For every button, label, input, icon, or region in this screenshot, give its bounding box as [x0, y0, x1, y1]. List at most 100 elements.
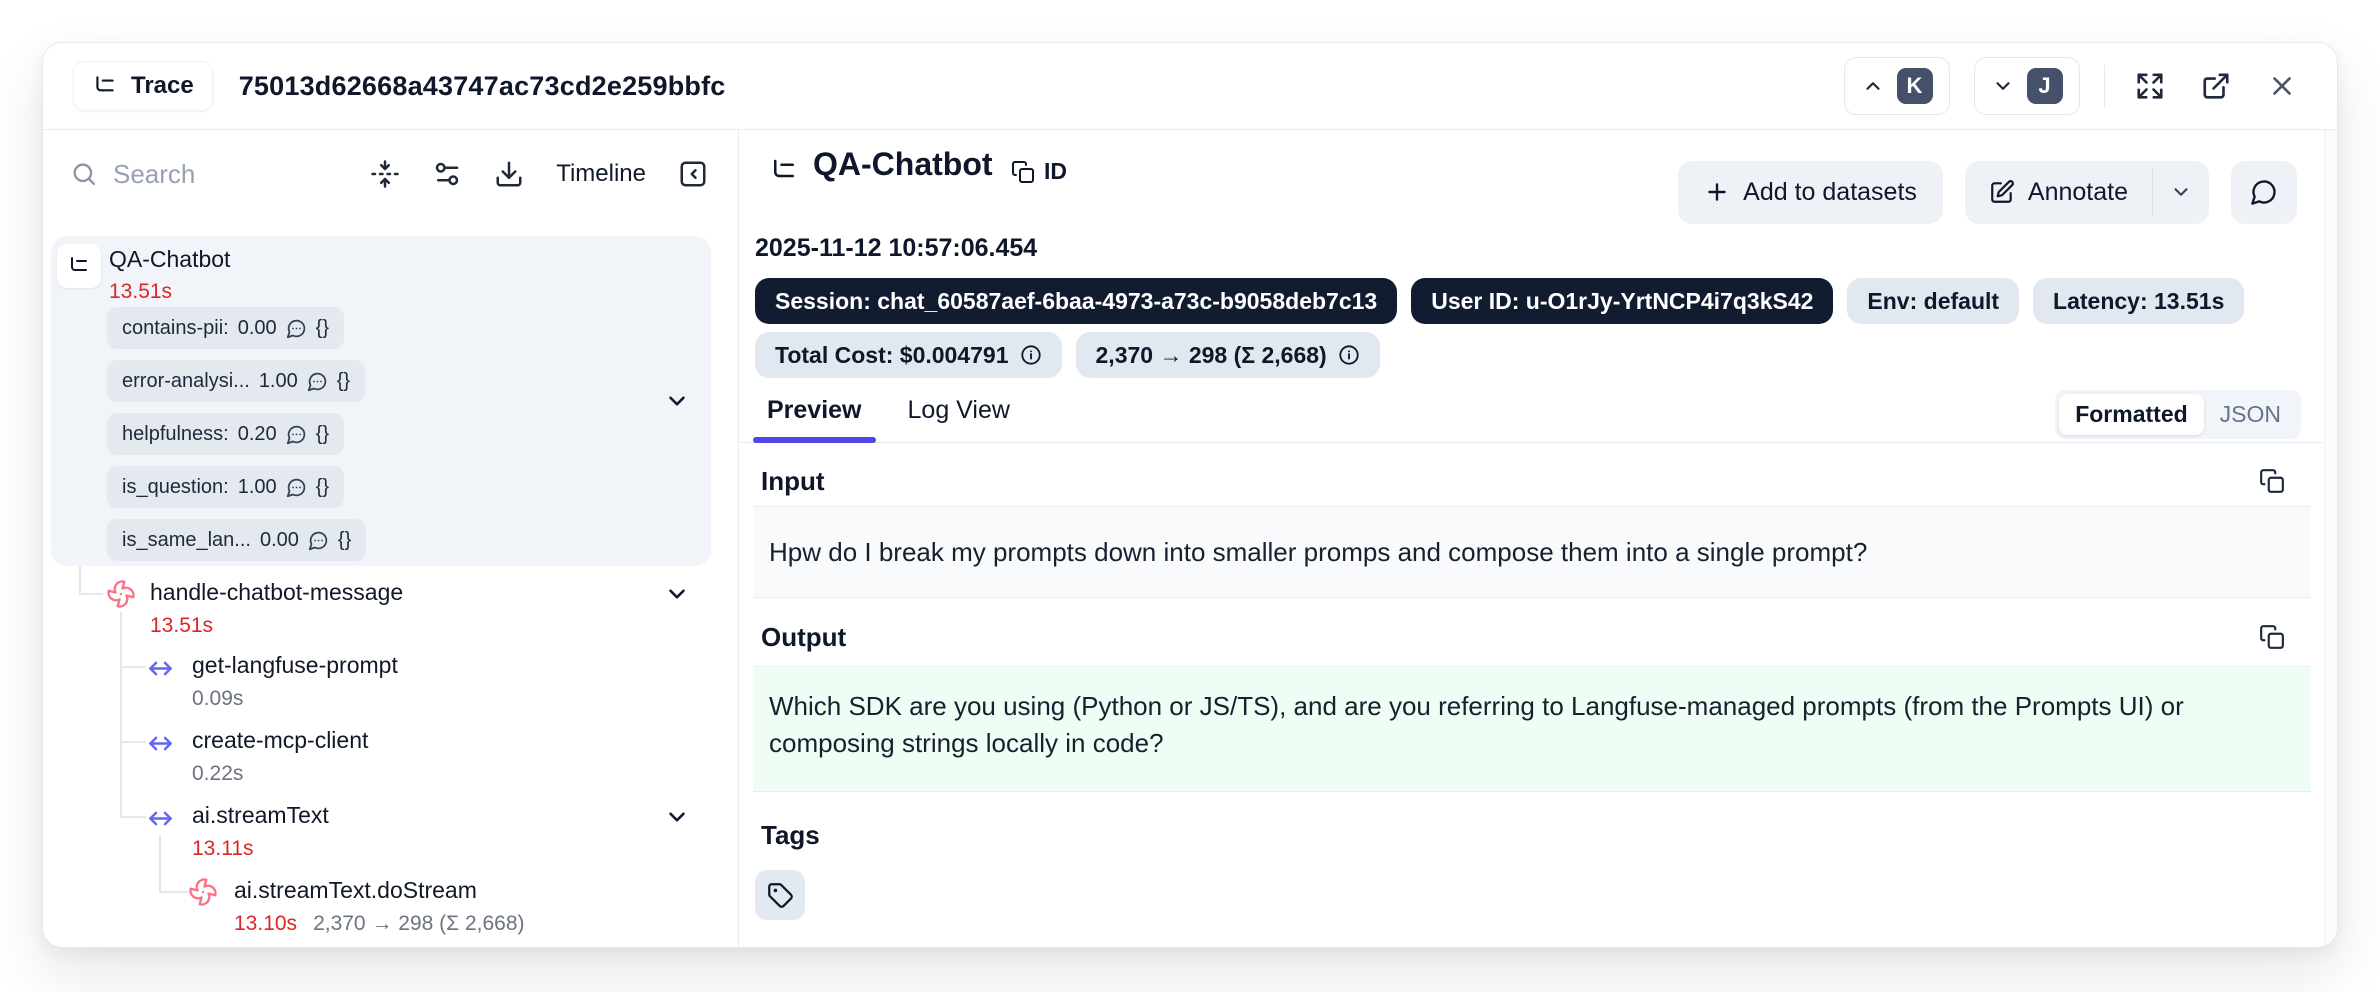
trace-tree: QA-Chatbot 13.51s contains-pii:0.00 {} e…	[43, 218, 738, 947]
tree-node-qa-chatbot[interactable]: QA-Chatbot 13.51s contains-pii:0.00 {} e…	[51, 236, 711, 566]
collapse-node-chevron[interactable]	[664, 804, 690, 830]
trace-node-icon	[57, 244, 101, 288]
output-section-heading: Output	[761, 622, 846, 653]
trace-type-label: Trace	[131, 72, 194, 100]
token-usage-badge[interactable]: 2,370 → 298 (Σ 2,668)	[1076, 332, 1380, 378]
span-icon	[106, 579, 136, 609]
download-button[interactable]	[494, 159, 524, 189]
score-label: helpfulness:	[122, 423, 229, 446]
annotate-button[interactable]: Annotate	[1965, 161, 2152, 224]
env-badge: Env: default	[1847, 278, 2019, 324]
scrollbar[interactable]	[2324, 130, 2337, 947]
copy-id-button[interactable]: ID	[1011, 158, 1067, 185]
expand-button[interactable]	[2129, 65, 2171, 107]
session-badge[interactable]: Session: chat_60587aef-6baa-4973-a73c-b9…	[755, 278, 1397, 324]
add-to-datasets-button[interactable]: Add to datasets	[1678, 161, 1943, 224]
trace-type-chip[interactable]: Trace	[73, 61, 213, 111]
next-trace-button[interactable]: J	[1974, 57, 2080, 115]
timeline-toggle[interactable]: Timeline	[556, 160, 646, 188]
score-label: error-analysi...	[122, 370, 250, 393]
collapse-node-chevron[interactable]	[664, 581, 690, 607]
trace-timestamp: 2025-11-12 10:57:06.454	[755, 234, 1037, 263]
user-id-badge[interactable]: User ID: u-O1rJy-YrtNCP4i7q3kS42	[1411, 278, 1833, 324]
comment-icon	[2250, 178, 2278, 206]
open-in-new-tab-button[interactable]	[2195, 65, 2237, 107]
tree-connector	[159, 891, 188, 893]
score-label: is_same_lan...	[122, 529, 251, 552]
list-tree-icon	[92, 73, 118, 99]
tree-connector	[159, 835, 161, 892]
input-section-heading: Input	[761, 466, 825, 497]
close-button[interactable]	[2261, 65, 2303, 107]
keyboard-shortcut-j: J	[2027, 68, 2063, 104]
input-text: Hpw do I break my prompts down into smal…	[769, 537, 1867, 568]
tree-node-duration: 0.22s	[192, 762, 243, 786]
tree-connector	[120, 741, 146, 743]
badges-row-1: Session: chat_60587aef-6baa-4973-a73c-b9…	[755, 278, 2244, 324]
search-field[interactable]	[70, 159, 338, 190]
maximize-icon	[2135, 71, 2165, 101]
tab-preview[interactable]: Preview	[767, 388, 862, 442]
tree-node-name[interactable]: ai.streamText.doStream	[234, 877, 477, 904]
add-tag-button[interactable]	[755, 870, 805, 920]
tree-node-duration: 13.10s	[234, 912, 297, 936]
download-icon	[494, 159, 524, 189]
total-cost-badge[interactable]: Total Cost: $0.004791	[755, 332, 1062, 378]
list-tree-icon	[67, 254, 91, 278]
tree-connector	[120, 612, 122, 817]
chevron-down-icon	[1992, 75, 2014, 97]
chevron-down-icon	[664, 804, 690, 830]
add-to-datasets-label: Add to datasets	[1743, 178, 1917, 207]
info-icon	[1020, 344, 1042, 366]
copy-icon	[2259, 468, 2285, 494]
tree-node-name[interactable]: create-mcp-client	[192, 727, 368, 754]
view-settings-button[interactable]	[432, 159, 462, 189]
score-metadata: {}	[316, 423, 329, 446]
comments-button[interactable]	[2231, 161, 2297, 224]
titlebar: Trace 75013d62668a43747ac73cd2e259bbfc K…	[43, 43, 2337, 130]
copy-output-button[interactable]	[2255, 620, 2289, 654]
chevron-down-icon	[664, 388, 690, 414]
arrow-left-right-icon	[147, 655, 174, 682]
annotate-split-button: Annotate	[1965, 161, 2209, 224]
arrow-left-right-icon	[147, 730, 174, 757]
score-label: contains-pii:	[122, 317, 229, 340]
collapse-all-button[interactable]	[370, 159, 400, 189]
score-pill[interactable]: error-analysi...1.00 {}	[107, 360, 365, 402]
format-toggle-formatted[interactable]: Formatted	[2059, 394, 2203, 435]
format-toggle-json[interactable]: JSON	[2204, 394, 2297, 435]
chevron-down-icon	[2170, 181, 2192, 203]
prev-trace-button[interactable]: K	[1844, 57, 1950, 115]
collapse-sidebar-button[interactable]	[678, 159, 708, 189]
arrow-left-right-icon	[147, 805, 174, 832]
tree-node-name[interactable]: ai.streamText	[192, 802, 329, 829]
tab-log-view[interactable]: Log View	[908, 388, 1010, 442]
tree-node-duration: 13.51s	[109, 280, 172, 304]
trace-peek-panel: Trace 75013d62668a43747ac73cd2e259bbfc K…	[42, 42, 2338, 948]
comment-icon	[308, 530, 329, 551]
keyboard-shortcut-k: K	[1897, 68, 1933, 104]
score-pill[interactable]: helpfulness:0.20 {}	[107, 413, 344, 455]
info-icon	[1338, 344, 1360, 366]
tree-node-name[interactable]: get-langfuse-prompt	[192, 652, 398, 679]
plus-icon	[1704, 179, 1730, 205]
fold-vertical-icon	[370, 159, 400, 189]
score-pill[interactable]: is_same_lan...0.00 {}	[107, 519, 366, 561]
score-metadata: {}	[316, 317, 329, 340]
copy-icon	[1011, 160, 1035, 184]
annotate-dropdown-button[interactable]	[2153, 161, 2209, 224]
score-pill[interactable]: contains-pii:0.00 {}	[107, 307, 344, 349]
tree-connector	[79, 593, 103, 595]
copy-input-button[interactable]	[2255, 464, 2289, 498]
score-pill[interactable]: is_question:1.00 {}	[107, 466, 344, 508]
score-metadata: {}	[338, 529, 351, 552]
search-input[interactable]	[113, 159, 293, 190]
annotate-label: Annotate	[2028, 178, 2128, 207]
tree-node-name[interactable]: handle-chatbot-message	[150, 579, 403, 606]
tag-icon	[767, 882, 794, 909]
collapse-node-chevron[interactable]	[664, 388, 690, 414]
search-icon	[70, 160, 98, 188]
tree-node-duration: 13.51s	[150, 614, 213, 638]
trace-id: 75013d62668a43747ac73cd2e259bbfc	[239, 71, 726, 102]
observation-detail-panel: QA-Chatbot ID Add to datasets	[739, 130, 2337, 947]
